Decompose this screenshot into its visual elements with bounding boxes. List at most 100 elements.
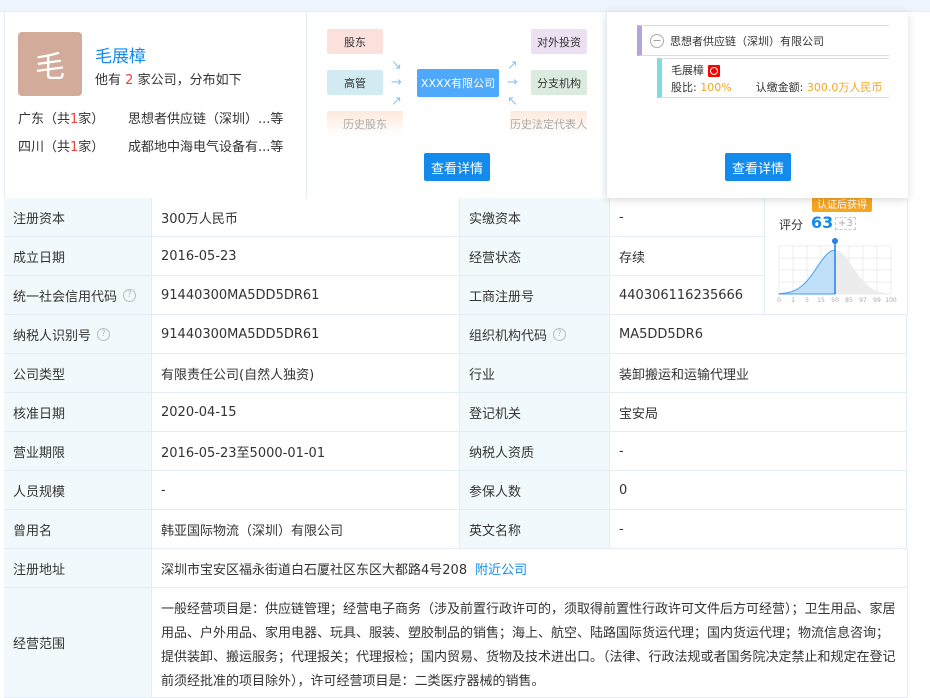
field-label: 统一社会信用代码? <box>4 276 152 315</box>
tick-label: 100 <box>885 297 897 304</box>
region-label-suffix: 家） <box>78 112 105 127</box>
region-label: 四川（共 <box>18 140 71 155</box>
field-value: 2016-05-23至5000-01-01 <box>152 432 460 471</box>
field-label-text: 注册资本 <box>13 211 66 227</box>
field-label-text: 人员规模 <box>13 484 66 500</box>
field-value: MA5DD5DR6 <box>610 315 907 354</box>
field-label: 参保人数 <box>460 471 610 510</box>
equity-company-name[interactable]: 思想者供应链（深圳）有限公司 <box>670 33 824 49</box>
field-label-text: 纳税人识别号 <box>13 328 92 344</box>
field-value: 2016-05-23 <box>152 237 460 276</box>
arrow-icon: ↘ <box>391 58 402 73</box>
amount-label: 认缴金额: <box>755 81 804 94</box>
region-row: 广东（共1家） 思想者供应链（深圳）...等 <box>18 108 283 127</box>
score-panel: 认证后获得 评分 63 +3 0 1 5 15 50 85 97 99 100 <box>765 195 908 315</box>
arrow-icon: ↗ <box>391 94 402 109</box>
field-label: 登记机关 <box>460 393 610 432</box>
summary-prefix: 他有 <box>95 73 122 88</box>
field-label-text: 纳税人资质 <box>469 445 535 461</box>
equity-company-row: − 思想者供应链（深圳）有限公司 <box>637 25 889 56</box>
field-label: 实缴资本 <box>460 198 610 237</box>
company-count: 2 <box>125 73 134 88</box>
holder-name[interactable]: 毛展樟 <box>671 64 704 77</box>
field-value: 一般经营项目是：供应链管理；经营电子商务（涉及前置行政许可的，须取得前置性行政许… <box>152 588 908 698</box>
score-marker-dot <box>832 238 838 244</box>
field-value: 2020-04-15 <box>152 393 460 432</box>
tick-label: 15 <box>817 297 825 304</box>
field-label-text: 核准日期 <box>13 406 66 422</box>
field-value: 装卸搬运和运输代理业 <box>610 354 907 393</box>
arrow-icon: ↖ <box>507 94 518 109</box>
person-summary: 他有 2 家公司，分布如下 <box>95 69 242 88</box>
tick-label: 85 <box>845 297 853 304</box>
field-label: 曾用名 <box>4 510 152 549</box>
field-label-text: 曾用名 <box>13 523 53 539</box>
investment-box: 对外投资 <box>531 29 587 54</box>
score-value: 63 <box>811 213 834 232</box>
view-details-button[interactable]: 查看详情 <box>725 153 791 181</box>
help-icon[interactable]: ? <box>97 327 111 341</box>
nearby-companies-link[interactable]: 附近公司 <box>475 559 527 578</box>
field-label: 英文名称 <box>460 510 610 549</box>
tick-label: 0 <box>777 297 781 304</box>
field-label: 核准日期 <box>4 393 152 432</box>
tick-label: 99 <box>873 297 881 304</box>
score-delta: +3 <box>835 217 856 230</box>
help-icon[interactable]: ? <box>123 288 137 302</box>
amount-value: 300.0万人民币 <box>806 81 883 94</box>
field-label: 经营状态 <box>460 237 610 276</box>
arrow-icon: ↗ <box>507 58 518 73</box>
field-value: 440306116235666 <box>610 276 765 315</box>
field-label: 工商注册号 <box>460 276 610 315</box>
tick-label: 1 <box>791 297 795 304</box>
field-value: - <box>610 432 907 471</box>
collapse-icon[interactable]: − <box>650 33 664 48</box>
field-value: 韩亚国际物流（深圳）有限公司 <box>152 510 460 549</box>
field-label: 纳税人资质 <box>460 432 610 471</box>
field-value: 300万人民币 <box>152 198 460 237</box>
field-label-text: 英文名称 <box>469 523 522 539</box>
region-row: 四川（共1家） 成都地中海电气设备有...等 <box>18 136 283 155</box>
person-name-link[interactable]: 毛展樟 <box>95 42 146 67</box>
controller-icon <box>707 65 720 77</box>
field-value: - <box>610 510 907 549</box>
region-label: 广东（共 <box>18 112 71 127</box>
field-label: 经营范围 <box>4 588 152 698</box>
field-label-text: 实缴资本 <box>469 211 522 227</box>
region-company-link[interactable]: 成都地中海电气设备有...等 <box>128 136 283 155</box>
score-label: 评分 <box>779 218 804 232</box>
ratio-label: 股比: <box>671 81 697 94</box>
field-label-text: 参保人数 <box>469 484 522 500</box>
field-label-text: 营业期限 <box>13 445 66 461</box>
field-label: 人员规模 <box>4 471 152 510</box>
field-label-text: 统一社会信用代码 <box>13 289 118 305</box>
field-label: 公司类型 <box>4 354 152 393</box>
field-label: 营业期限 <box>4 432 152 471</box>
field-label-text: 公司类型 <box>13 367 66 383</box>
summary-suffix: 家公司，分布如下 <box>137 73 242 88</box>
top-strip <box>0 0 930 12</box>
field-label-text: 工商注册号 <box>469 289 535 305</box>
field-label-text: 登记机关 <box>469 406 522 422</box>
address-text: 深圳市宝安区福永街道白石厦社区东区大都路4号208 <box>161 562 468 578</box>
arrow-icon: → <box>391 75 402 90</box>
view-details-button[interactable]: 查看详情 <box>424 153 490 181</box>
arrow-icon: → <box>507 75 518 90</box>
help-icon[interactable]: ? <box>553 327 567 341</box>
tick-label: 97 <box>859 297 867 304</box>
tick-label: 50 <box>831 297 839 304</box>
field-label-text: 行业 <box>469 367 496 383</box>
field-label: 行业 <box>460 354 610 393</box>
field-value: 有限责任公司(自然人独资) <box>152 354 460 393</box>
score-distribution-chart: 0 1 5 15 50 85 97 99 100 <box>777 238 897 304</box>
field-value: 91440300MA5DD5DR61 <box>152 276 460 315</box>
history-shareholder-box: 历史股东 <box>327 111 403 136</box>
field-value: 91440300MA5DD5DR61 <box>152 315 460 354</box>
shareholder-box: 股东 <box>327 29 383 54</box>
region-company-link[interactable]: 思想者供应链（深圳）...等 <box>128 108 283 127</box>
ratio-value: 100% <box>700 81 732 94</box>
field-label-text: 经营状态 <box>469 250 522 266</box>
field-label: 纳税人识别号? <box>4 315 152 354</box>
field-label: 注册地址 <box>4 549 152 588</box>
field-label: 组织机构代码? <box>460 315 610 354</box>
